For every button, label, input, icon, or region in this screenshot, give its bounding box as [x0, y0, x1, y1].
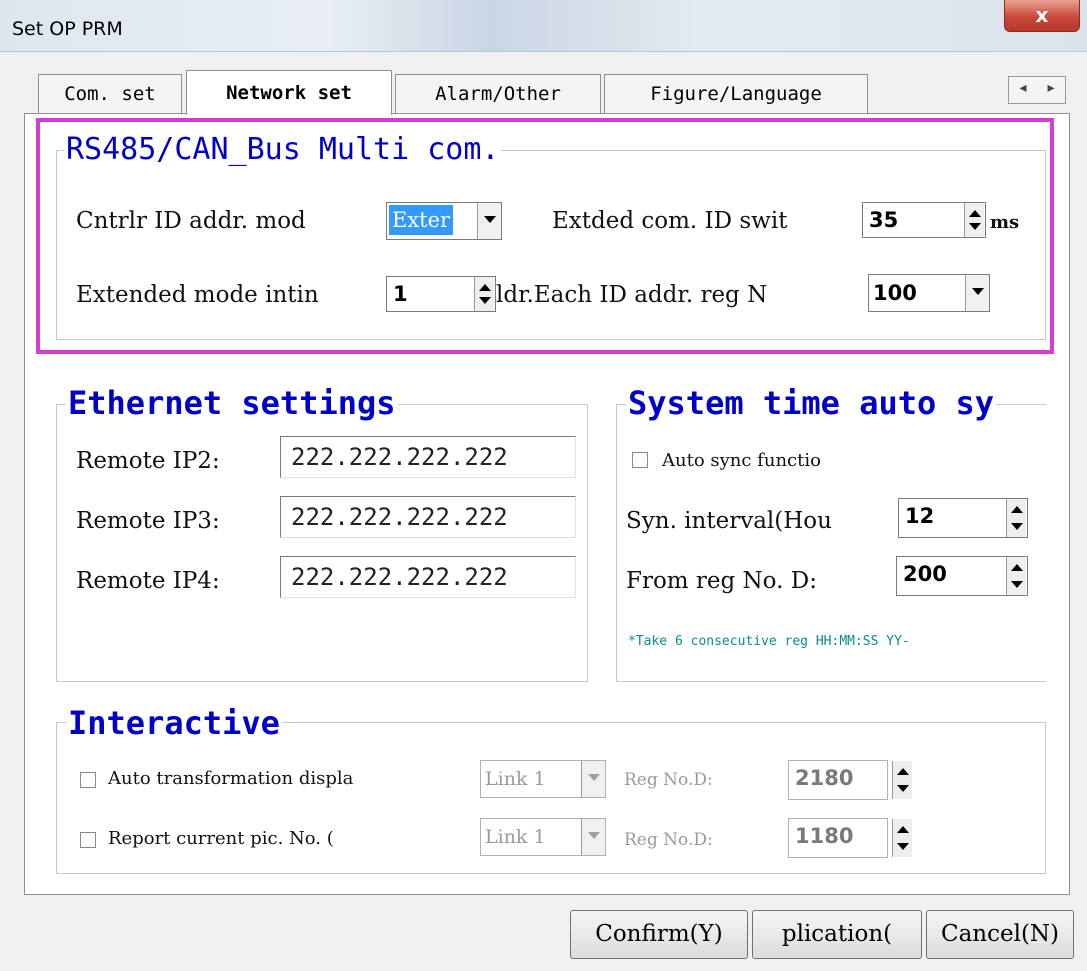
ext-com-unit: ms	[990, 212, 1020, 233]
tab-alarm-other[interactable]: Alarm/Other	[395, 74, 601, 114]
close-icon: x	[1035, 3, 1049, 27]
ctrl-id-label: Cntrlr ID addr. mod	[76, 208, 306, 234]
report-pic-reg-label: Reg No.D:	[624, 830, 713, 850]
chevron-down-icon	[477, 203, 501, 239]
ctrl-id-select[interactable]: Exter	[386, 202, 502, 240]
tab-network-set[interactable]: Network set	[186, 70, 392, 115]
auto-transform-checkbox[interactable]	[80, 772, 96, 788]
chevron-down-icon	[581, 761, 605, 797]
title-bar: Set OP PRM x	[0, 0, 1087, 52]
tab-label: Figure/Language	[650, 83, 822, 105]
report-pic-link-value: Link 1	[485, 826, 546, 848]
ext-mode-label: Extended mode intin	[76, 282, 319, 308]
ext-mode-value: 1	[393, 282, 408, 306]
each-id-value: 100	[873, 281, 917, 305]
auto-transform-link-select[interactable]: Link 1	[480, 760, 606, 798]
remote-ip4-value: 222.222.222.222	[291, 563, 508, 591]
tab-scroll: ◂ ▸	[1008, 76, 1066, 104]
chevron-down-icon	[581, 819, 605, 855]
auto-sync-label: Auto sync functio	[662, 450, 821, 471]
auto-transform-reg-input[interactable]: 2180	[788, 760, 888, 800]
remote-ip3-value: 222.222.222.222	[291, 503, 508, 531]
tab-label: Com. set	[64, 83, 156, 105]
scroll-right-icon[interactable]: ▸	[1037, 80, 1065, 96]
ext-com-label: Extded com. ID swit	[552, 208, 788, 234]
tab-label: Alarm/Other	[435, 83, 561, 105]
remote-ip2-value: 222.222.222.222	[291, 443, 508, 471]
chevron-down-icon	[965, 275, 989, 311]
auto-transform-reg-spinner[interactable]	[892, 761, 912, 799]
auto-transform-reg-label: Reg No.D:	[624, 770, 713, 790]
ext-mode-spinner[interactable]	[474, 277, 494, 311]
report-pic-label: Report current pic. No. (	[108, 828, 334, 849]
rs485-title: RS485/CAN_Bus Multi com.	[64, 132, 502, 167]
tab-com-set[interactable]: Com. set	[38, 74, 182, 114]
each-id-label: ldr.Each ID addr. reg N	[496, 282, 768, 308]
report-pic-reg-value: 1180	[795, 824, 854, 848]
from-reg-label: From reg No. D:	[626, 568, 817, 594]
interval-value: 12	[905, 504, 935, 528]
auto-transform-reg-value: 2180	[795, 766, 854, 790]
cancel-button[interactable]: Cancel(N)	[926, 910, 1074, 959]
tab-figure-language[interactable]: Figure/Language	[604, 74, 868, 114]
report-pic-reg-spinner[interactable]	[892, 819, 912, 857]
interactive-title: Interactive	[66, 704, 282, 742]
report-pic-reg-input[interactable]: 1180	[788, 818, 888, 858]
each-id-select[interactable]: 100	[868, 274, 990, 312]
confirm-button[interactable]: Confirm(Y)	[570, 910, 748, 959]
ethernet-title: Ethernet settings	[66, 384, 398, 422]
interval-label: Syn. interval(Hou	[626, 508, 832, 534]
ctrl-id-value: Exter	[389, 205, 454, 235]
remote-ip3-input[interactable]: 222.222.222.222	[280, 496, 576, 538]
tab-label: Network set	[226, 82, 352, 104]
interval-spinner[interactable]	[1006, 499, 1026, 537]
from-reg-value: 200	[903, 562, 947, 586]
remote-ip4-label: Remote IP4:	[76, 568, 220, 594]
remote-ip4-input[interactable]: 222.222.222.222	[280, 556, 576, 598]
report-pic-checkbox[interactable]	[80, 832, 96, 848]
close-button[interactable]: x	[1004, 0, 1080, 32]
remote-ip2-input[interactable]: 222.222.222.222	[280, 436, 576, 478]
sync-note: *Take 6 consecutive reg HH:MM:SS YY-	[628, 634, 910, 649]
remote-ip3-label: Remote IP3:	[76, 508, 220, 534]
application-button[interactable]: plication(	[752, 910, 922, 959]
systime-title: System time auto sy	[626, 384, 997, 422]
remote-ip2-label: Remote IP2:	[76, 448, 220, 474]
ext-com-spinner[interactable]	[964, 203, 984, 237]
window-title: Set OP PRM	[12, 18, 123, 40]
auto-sync-checkbox[interactable]	[632, 452, 648, 468]
from-reg-spinner[interactable]	[1006, 557, 1026, 595]
scroll-left-icon[interactable]: ◂	[1009, 80, 1037, 96]
report-pic-link-select[interactable]: Link 1	[480, 818, 606, 856]
ext-com-value: 35	[869, 208, 899, 232]
auto-transform-link-value: Link 1	[485, 768, 546, 790]
auto-transform-label: Auto transformation displa	[108, 768, 354, 789]
